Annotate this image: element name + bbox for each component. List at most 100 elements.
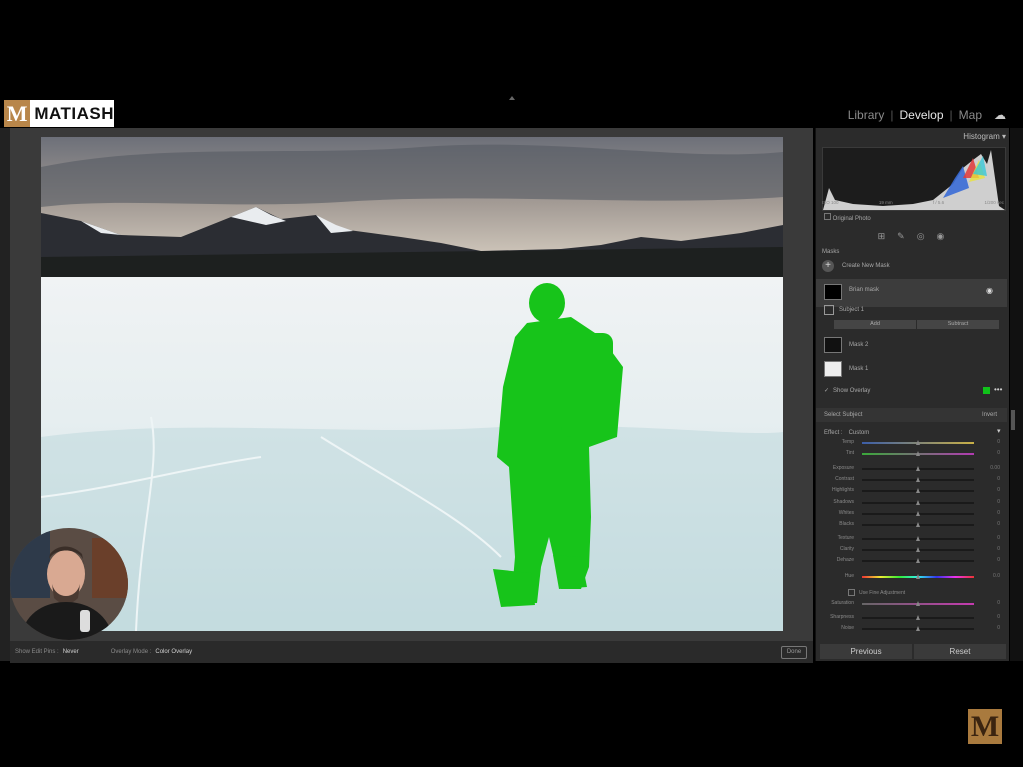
slider-value[interactable]: 0 xyxy=(980,450,1000,456)
panel-scrollbar[interactable] xyxy=(1011,410,1015,430)
module-develop[interactable]: Develop xyxy=(897,108,947,122)
slider-knob[interactable] xyxy=(915,477,920,482)
done-button[interactable]: Done xyxy=(781,646,807,659)
slider-track[interactable] xyxy=(862,466,974,471)
slider-label: Contrast xyxy=(835,476,854,482)
original-photo-toggle[interactable]: Original Photo xyxy=(824,213,871,222)
mask-row-brian[interactable]: Brian mask ◉ xyxy=(816,279,1007,307)
webcam-image xyxy=(10,528,128,640)
left-panel-collapsed[interactable] xyxy=(0,128,10,661)
slider-value[interactable]: 0 xyxy=(980,614,1000,620)
right-panel: Histogram ▾ ISO 100 19 mm f / 5.6 1/200 … xyxy=(815,128,1009,661)
slider-label: Tint xyxy=(845,450,854,456)
module-map[interactable]: Map xyxy=(956,108,985,122)
slider-knob[interactable] xyxy=(915,466,920,471)
slider-knob[interactable] xyxy=(915,451,920,456)
add-button[interactable]: Add xyxy=(834,320,916,329)
masks-header: Masks xyxy=(822,249,840,255)
slider-value[interactable]: 0 xyxy=(980,546,1000,552)
create-new-mask[interactable]: + Create New Mask xyxy=(822,260,890,272)
slider-track[interactable] xyxy=(862,615,974,620)
mask-thumbnail[interactable] xyxy=(824,337,842,353)
slider-knob[interactable] xyxy=(915,558,920,563)
slider-track[interactable] xyxy=(862,500,974,505)
slider-track[interactable] xyxy=(862,547,974,552)
checkmark-icon[interactable]: ✓ xyxy=(824,387,829,394)
slider-value[interactable]: 0 xyxy=(980,487,1000,493)
masking-icon[interactable]: ◉ xyxy=(937,231,945,243)
top-panel-toggle[interactable] xyxy=(509,96,515,100)
slider-track[interactable] xyxy=(862,477,974,482)
reset-button[interactable]: Reset xyxy=(914,644,1006,659)
overlay-mode-select[interactable]: Color Overlay xyxy=(155,649,192,655)
show-overlay-toggle[interactable]: ✓ Show Overlay xyxy=(824,387,871,395)
edit-pins-select[interactable]: Never xyxy=(63,649,79,655)
redeye-icon[interactable]: ◎ xyxy=(917,231,925,243)
slider-knob[interactable] xyxy=(915,500,920,505)
bottom-toolbar: Show Edit Pins : Never Overlay Mode : Co… xyxy=(10,641,813,663)
slider-value[interactable]: 0 xyxy=(980,510,1000,516)
slider-value[interactable]: 0 xyxy=(980,625,1000,631)
slider-knob[interactable] xyxy=(915,440,920,445)
slider-track[interactable] xyxy=(862,558,974,563)
slider-track[interactable] xyxy=(862,451,974,456)
slider-value[interactable]: 0.00 xyxy=(980,465,1000,471)
slider-knob[interactable] xyxy=(915,536,920,541)
slider-value[interactable]: 0.0 xyxy=(980,573,1000,579)
mask-name: Brian mask xyxy=(849,287,880,293)
slider-value[interactable]: 0 xyxy=(980,521,1000,527)
module-library[interactable]: Library xyxy=(845,108,888,122)
collapse-effect-icon[interactable]: ▾ xyxy=(997,427,1001,435)
slider-value[interactable]: 0 xyxy=(980,439,1000,445)
slider-track[interactable] xyxy=(862,601,974,606)
cloud-icon[interactable]: ☁ xyxy=(991,108,1009,122)
slider-track[interactable] xyxy=(862,522,974,527)
histogram-header[interactable]: Histogram ▾ xyxy=(816,132,1006,141)
previous-button[interactable]: Previous xyxy=(820,644,912,659)
slider-label: Hue xyxy=(844,573,854,579)
healing-icon[interactable]: ✎ xyxy=(897,231,905,243)
slider-track[interactable] xyxy=(862,626,974,631)
mask-thumbnail[interactable] xyxy=(824,361,842,377)
photo-preview[interactable] xyxy=(41,137,783,631)
slider-track[interactable] xyxy=(862,536,974,541)
slider-knob[interactable] xyxy=(915,615,920,620)
aperture: f / 5.6 xyxy=(932,200,945,205)
more-options-icon[interactable]: ••• xyxy=(994,385,1002,394)
mask-name[interactable]: Mask 1 xyxy=(849,366,868,372)
slider-value[interactable]: 0 xyxy=(980,476,1000,482)
slider-track[interactable] xyxy=(862,511,974,516)
edit-pins-label: Show Edit Pins : xyxy=(15,649,59,655)
subject-component[interactable]: Subject 1 xyxy=(824,305,864,315)
original-photo-checkbox[interactable] xyxy=(824,213,831,220)
slider-knob[interactable] xyxy=(915,547,920,552)
effect-preset[interactable]: Custom xyxy=(849,430,870,436)
slider-track[interactable] xyxy=(862,574,974,579)
show-overlay-label: Show Overlay xyxy=(833,387,871,394)
slider-knob[interactable] xyxy=(915,522,920,527)
slider-value[interactable]: 0 xyxy=(980,499,1000,505)
slider-knob[interactable] xyxy=(915,488,920,493)
slider-knob[interactable] xyxy=(915,601,920,606)
mask-thumbnail[interactable] xyxy=(824,284,842,300)
mask-name[interactable]: Mask 2 xyxy=(849,342,868,348)
select-subject-label: Select Subject xyxy=(824,412,863,418)
slider-value[interactable]: 0 xyxy=(980,600,1000,606)
histogram-title: Histogram xyxy=(963,132,1000,141)
slider-track[interactable] xyxy=(862,488,974,493)
crop-icon[interactable]: ⊞ xyxy=(878,231,886,243)
slider-knob[interactable] xyxy=(915,626,920,631)
slider-value[interactable]: 0 xyxy=(980,535,1000,541)
subtract-button[interactable]: Subtract xyxy=(917,320,999,329)
slider-track[interactable] xyxy=(862,440,974,445)
slider-value[interactable]: 0 xyxy=(980,557,1000,563)
right-edge xyxy=(1010,128,1023,661)
slider-knob[interactable] xyxy=(915,574,920,579)
eye-icon[interactable]: ◉ xyxy=(986,286,993,295)
overlay-color-swatch[interactable] xyxy=(983,387,990,394)
invert-toggle[interactable]: Invert xyxy=(982,412,997,418)
fine-adjustment-toggle[interactable]: Use Fine Adjustment xyxy=(848,589,905,596)
fine-adjustment-checkbox[interactable] xyxy=(848,589,855,596)
histogram-info: ISO 100 19 mm f / 5.6 1/200 sec xyxy=(822,200,1004,205)
slider-knob[interactable] xyxy=(915,511,920,516)
